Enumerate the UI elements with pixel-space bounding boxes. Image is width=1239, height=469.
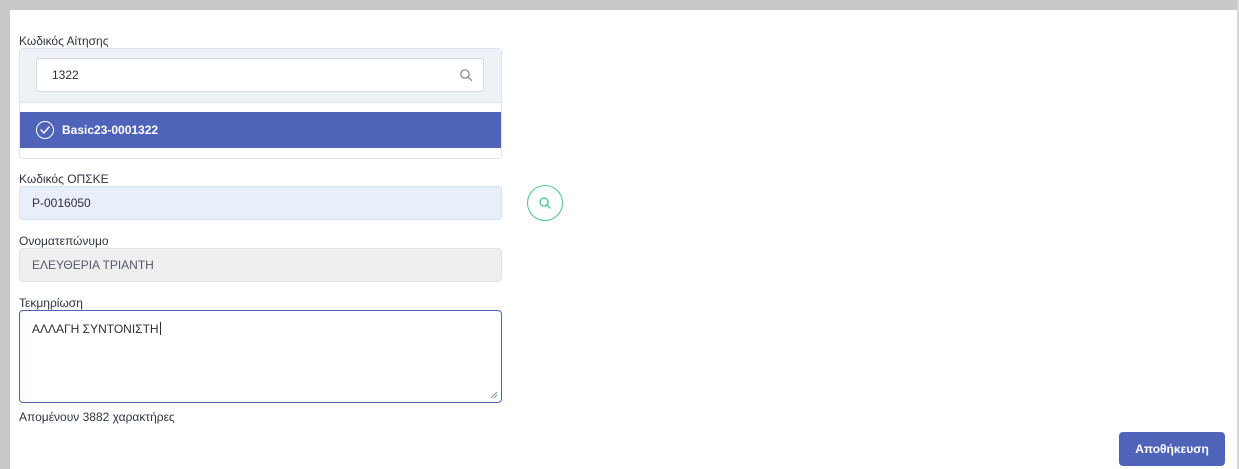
dropdown-option-selected[interactable]: Basic23-0001322: [20, 112, 501, 148]
justification-value: ΑΛΛΑΓΗ ΣΥΝΤΟΝΙΣΤΗ: [32, 322, 159, 336]
dropdown-option-label: Basic23-0001322: [62, 123, 159, 137]
opske-code-label: Κωδικός ΟΠΣΚΕ: [19, 172, 109, 186]
opske-code-value: P-0016050: [32, 196, 91, 210]
opske-search-button[interactable]: [527, 185, 563, 221]
full-name-label: Ονοματεπώνυμο: [19, 234, 109, 248]
text-caret: [159, 322, 161, 335]
application-code-search-input[interactable]: 1322: [36, 58, 484, 92]
search-input-value: 1322: [52, 68, 79, 82]
search-icon: [539, 197, 551, 209]
resize-grip-icon[interactable]: [490, 391, 498, 399]
opske-code-field[interactable]: P-0016050: [19, 186, 502, 220]
remaining-characters-text: Απομένουν 3882 χαρακτήρες: [19, 410, 175, 424]
full-name-field: ΕΛΕΥΘΕΡΙΑ ΤΡΙΑΝΤΗ: [19, 248, 502, 282]
dropdown-search-area: 1322: [20, 49, 501, 103]
justification-label: Τεκμηρίωση: [19, 296, 83, 310]
save-button[interactable]: Αποθήκευση: [1119, 432, 1225, 466]
window-frame-top: [0, 0, 1239, 10]
full-name-value: ΕΛΕΥΘΕΡΙΑ ΤΡΙΑΝΤΗ: [32, 258, 154, 272]
window-frame-left: [0, 0, 10, 469]
application-code-dropdown: 1322 Basic23-0001322: [19, 48, 502, 159]
justification-textarea[interactable]: ΑΛΛΑΓΗ ΣΥΝΤΟΝΙΣΤΗ: [19, 310, 502, 403]
check-circle-icon: [36, 121, 54, 139]
application-code-label: Κωδικός Αίτησης: [19, 34, 109, 48]
search-icon: [460, 69, 473, 82]
